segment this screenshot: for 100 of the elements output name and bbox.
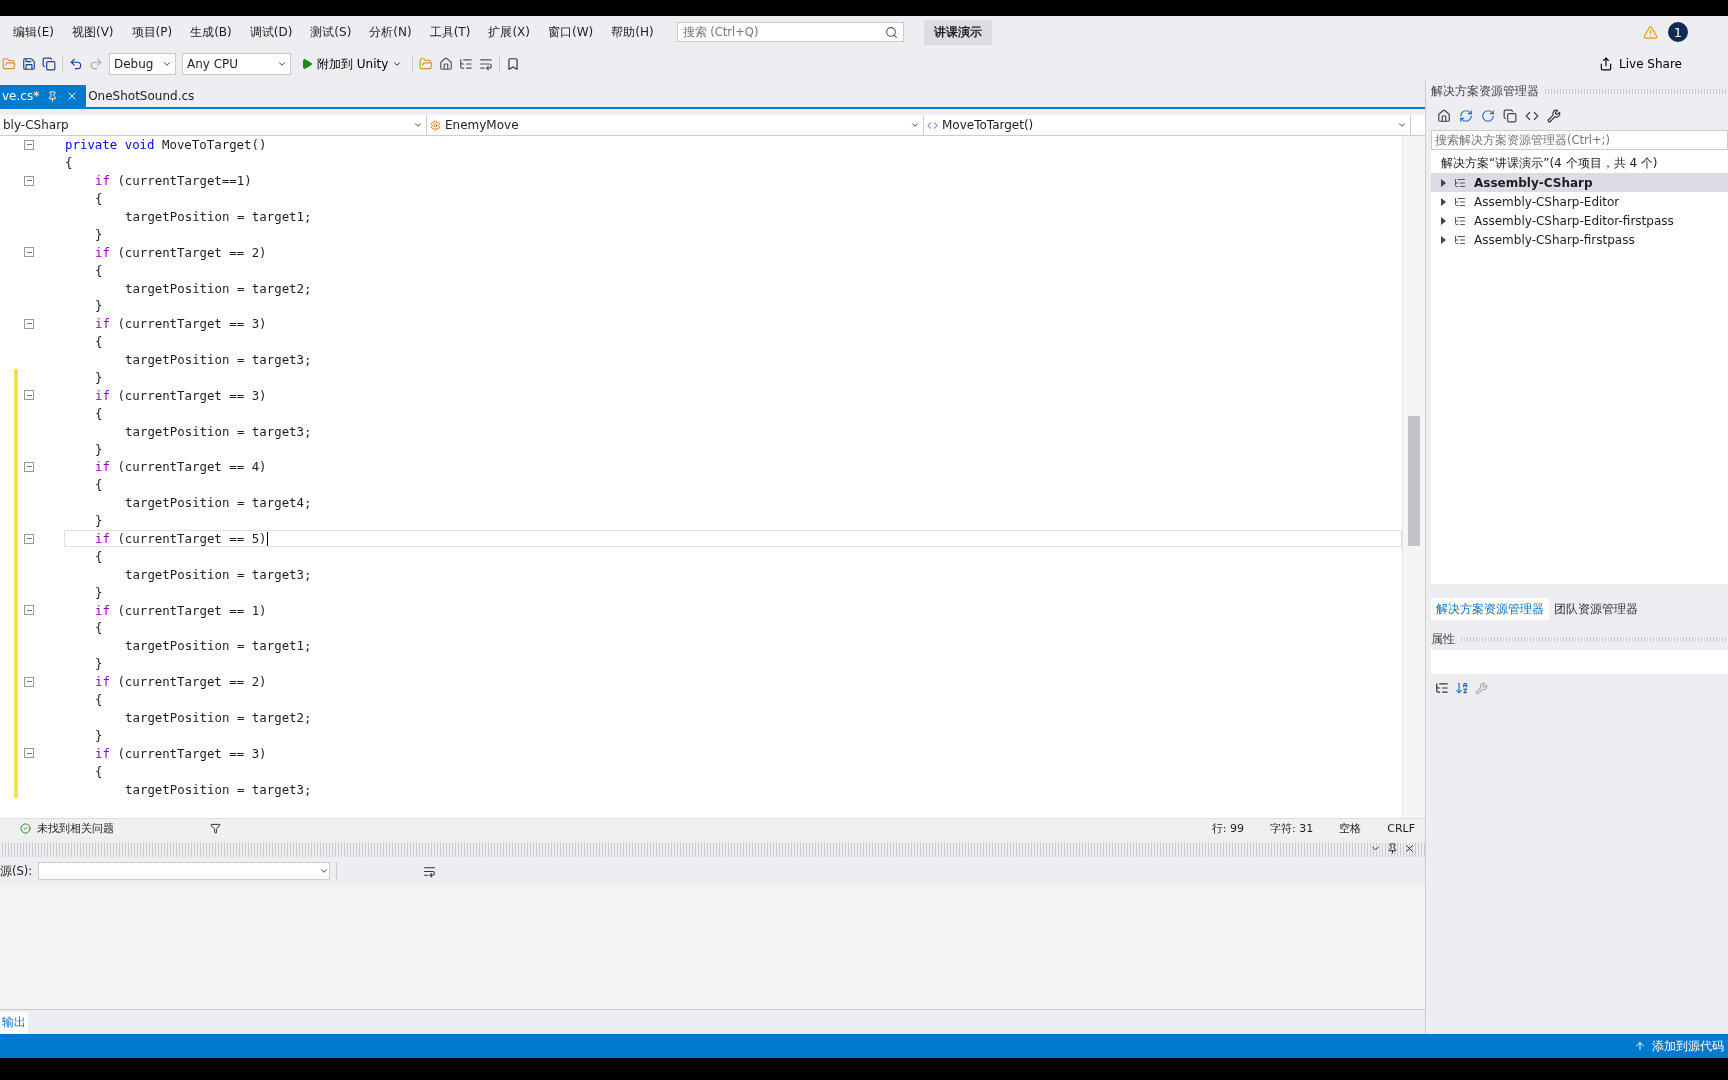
menu-item[interactable]: 扩展(X) xyxy=(479,23,539,41)
refresh-icon[interactable] xyxy=(1481,109,1495,123)
panel-tab[interactable]: 团队资源管理器 xyxy=(1549,598,1643,620)
collapse-icon[interactable] xyxy=(24,533,34,544)
collapse-icon[interactable] xyxy=(24,390,34,401)
expand-icon[interactable] xyxy=(1441,197,1446,206)
caret-icon[interactable] xyxy=(392,59,403,69)
method-icon xyxy=(927,119,938,131)
code-line: { xyxy=(94,762,104,781)
scrollbar[interactable] xyxy=(1402,136,1425,818)
share-icon[interactable] xyxy=(1599,57,1614,71)
project-icon xyxy=(1454,176,1466,189)
solution-name: 讲课演示 xyxy=(923,19,992,45)
code-line: if (currentTarget==1) xyxy=(94,172,253,190)
code-line: { xyxy=(94,261,104,280)
platform-dropdown[interactable]: Any CPU xyxy=(182,53,291,75)
source-control-link[interactable]: 添加到源代码 xyxy=(1652,1037,1724,1055)
caret-icon[interactable] xyxy=(319,866,330,876)
caret-icon[interactable] xyxy=(162,59,172,69)
home-icon[interactable] xyxy=(1437,109,1451,123)
code-line: targetPosition = target3; xyxy=(124,780,313,798)
configuration-dropdown[interactable]: Debug xyxy=(109,53,176,75)
output-tab[interactable]: 输出 xyxy=(0,1011,28,1033)
code-line: targetPosition = target3; xyxy=(124,565,313,584)
bookmark-icon[interactable] xyxy=(506,57,521,71)
code-line: { xyxy=(64,154,74,172)
categorized-icon[interactable] xyxy=(1435,681,1449,695)
menu-item[interactable]: 调试(D) xyxy=(240,23,302,41)
code-line: { xyxy=(94,190,104,208)
panel-title: 属性 xyxy=(1431,631,1455,647)
project-dropdown[interactable]: bly-CSharp xyxy=(0,115,427,135)
menu-item[interactable]: 编辑(E) xyxy=(4,23,63,41)
code-line: if (currentTarget == 3) xyxy=(94,315,268,333)
code-line: { xyxy=(94,547,104,566)
file-tab[interactable]: OneShotSound.cs xyxy=(86,85,203,107)
issues-status: 未找到相关问题 xyxy=(37,820,114,836)
settings-icon[interactable] xyxy=(1547,109,1561,123)
collapse-icon[interactable] xyxy=(24,175,34,186)
collapse-icon[interactable] xyxy=(24,676,34,687)
code-icon[interactable] xyxy=(1525,109,1539,123)
code-line: if (currentTarget == 3) xyxy=(94,744,268,763)
play-icon[interactable] xyxy=(301,58,313,70)
save-icon[interactable] xyxy=(22,57,36,71)
code-line: } xyxy=(94,297,104,315)
pin-icon[interactable] xyxy=(1387,843,1398,854)
code-line: } xyxy=(94,583,104,602)
collapse-icon[interactable] xyxy=(24,461,34,472)
expand-icon[interactable] xyxy=(1441,235,1446,244)
type-dropdown[interactable]: EnemyMove xyxy=(427,115,924,135)
search-field[interactable]: 搜索 (Ctrl+Q) xyxy=(676,22,904,42)
code-line: { xyxy=(94,619,104,637)
code-line: targetPosition = target2; xyxy=(124,279,313,297)
menu-item[interactable]: 生成(B) xyxy=(181,23,241,41)
word-wrap-icon[interactable] xyxy=(423,864,437,878)
project-node[interactable]: Assembly-CSharp xyxy=(1431,173,1728,192)
search-field[interactable]: 搜索解决方案资源管理器(Ctrl+;) xyxy=(1431,130,1728,150)
check-icon xyxy=(20,822,31,834)
member-dropdown[interactable]: MoveToTarget() xyxy=(924,115,1411,135)
menu-item[interactable]: 工具(T) xyxy=(420,23,480,41)
expand-icon[interactable] xyxy=(1441,178,1446,187)
code-line: targetPosition = target1; xyxy=(124,637,313,655)
close-icon[interactable] xyxy=(1404,843,1415,854)
collapse-icon[interactable] xyxy=(24,247,34,258)
menu-item[interactable]: 分析(N) xyxy=(360,23,421,41)
code-line: } xyxy=(94,655,104,673)
run-button[interactable]: 附加到 Unity xyxy=(297,55,407,73)
code-line: targetPosition = target2; xyxy=(124,708,313,727)
list-icon[interactable] xyxy=(459,57,474,71)
project-node[interactable]: Assembly-CSharp-Editor-firstpass xyxy=(1431,211,1728,230)
caret-icon[interactable] xyxy=(413,120,423,130)
panel-tab[interactable]: 解决方案资源管理器 xyxy=(1431,598,1549,620)
indent-mode: 空格 xyxy=(1339,820,1362,836)
collapse-icon[interactable] xyxy=(24,748,34,759)
project-icon xyxy=(1454,195,1466,208)
menu-item[interactable]: 测试(S) xyxy=(301,23,361,41)
caret-icon[interactable] xyxy=(1397,120,1407,130)
code-line: { xyxy=(94,476,104,494)
expand-icon[interactable] xyxy=(1441,216,1446,225)
caret-icon[interactable] xyxy=(277,59,287,69)
caret-icon[interactable] xyxy=(910,120,920,130)
menu-item[interactable]: 窗口(W) xyxy=(539,23,603,41)
project-node[interactable]: Assembly-CSharp-Editor xyxy=(1431,192,1728,211)
collapse-icon[interactable] xyxy=(24,318,34,329)
menu-item[interactable]: 帮助(H) xyxy=(602,23,663,41)
live-share-button[interactable]: Live Share xyxy=(1593,56,1688,72)
menu-item[interactable]: 视图(V) xyxy=(62,23,123,41)
code-line: targetPosition = target3; xyxy=(124,422,313,441)
project-node[interactable]: Assembly-CSharp-firstpass xyxy=(1431,230,1728,249)
column-number: 字符: 31 xyxy=(1270,820,1314,836)
notification-badge[interactable]: 1 xyxy=(1668,22,1688,42)
search-icon xyxy=(884,25,898,39)
collapse-icon[interactable] xyxy=(24,139,34,150)
undo-icon[interactable] xyxy=(69,57,83,71)
sync-icon[interactable] xyxy=(1459,109,1473,123)
collapse-icon[interactable] xyxy=(24,605,34,616)
upload-icon[interactable] xyxy=(1634,1040,1646,1052)
sort-icon[interactable] xyxy=(1455,681,1469,695)
menu-item[interactable]: 项目(P) xyxy=(122,23,182,41)
solution-node[interactable]: 解决方案“讲课演示”(4 个项目，共 4 个) xyxy=(1431,154,1728,173)
project-icon xyxy=(1454,233,1466,246)
